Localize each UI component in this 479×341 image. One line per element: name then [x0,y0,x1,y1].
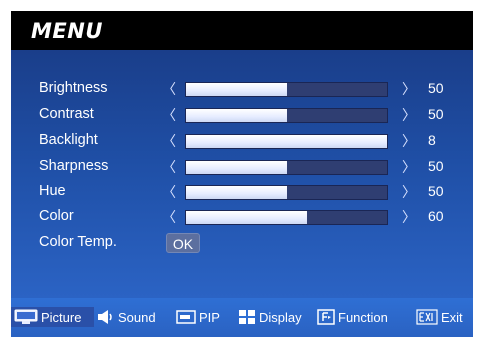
setting-value: 8 [428,132,436,148]
increase-arrow-icon[interactable]: 〉 [402,79,416,99]
setting-row-contrast[interactable]: Contrast 〈 〉 50 [11,104,473,126]
setting-value: 50 [428,183,444,199]
setting-label: Hue [39,183,66,199]
setting-label: Brightness [39,80,108,96]
slider-fill [186,211,307,224]
tab-label: PIP [199,309,220,325]
setting-value: 50 [428,106,444,122]
increase-arrow-icon[interactable]: 〉 [402,131,416,151]
contrast-slider[interactable] [185,108,388,123]
menu-tab-bar: Picture Sound PIP Display Function Exit [11,298,473,337]
color-temp-label: Color Temp. [39,234,117,250]
setting-row-color[interactable]: Color 〈 〉 60 [11,206,473,228]
decrease-arrow-icon[interactable]: 〈 [162,182,176,202]
pip-icon [176,310,196,324]
setting-value: 50 [428,80,444,96]
slider-fill [186,109,287,122]
color-slider[interactable] [185,210,388,225]
setting-row-brightness[interactable]: Brightness 〈 〉 50 [11,78,473,100]
setting-row-color-temp: Color Temp. OK [11,232,473,254]
tab-label: Exit [441,309,463,325]
tab-label: Function [338,309,388,325]
decrease-arrow-icon[interactable]: 〈 [162,131,176,151]
tab-label: Display [259,309,302,325]
tab-exit[interactable]: Exit [416,307,463,327]
slider-fill [186,135,387,148]
tab-label: Sound [118,309,156,325]
increase-arrow-icon[interactable]: 〉 [402,182,416,202]
decrease-arrow-icon[interactable]: 〈 [162,207,176,227]
speaker-icon [98,310,112,324]
tab-function[interactable]: Function [317,307,388,327]
decrease-arrow-icon[interactable]: 〈 [162,79,176,99]
tab-picture[interactable]: Picture [11,307,94,327]
display-grid-icon [239,310,255,324]
tab-sound[interactable]: Sound [97,307,156,327]
exit-icon [416,309,438,325]
tab-label: Picture [41,309,82,325]
decrease-arrow-icon[interactable]: 〈 [162,105,176,125]
osd-menu: MENU Brightness 〈 〉 50 Contrast 〈 〉 50 B… [11,11,473,337]
setting-row-hue[interactable]: Hue 〈 〉 50 [11,181,473,203]
setting-label: Contrast [39,106,94,122]
setting-label: Sharpness [39,158,109,174]
setting-label: Color [39,208,74,224]
slider-fill [186,161,287,174]
setting-row-backlight[interactable]: Backlight 〈 〉 8 [11,130,473,152]
slider-fill [186,186,287,199]
tab-display[interactable]: Display [238,307,302,327]
tab-pip[interactable]: PIP [176,307,220,327]
increase-arrow-icon[interactable]: 〉 [402,207,416,227]
function-icon [317,309,335,325]
picture-settings-panel: Brightness 〈 〉 50 Contrast 〈 〉 50 Backli… [11,50,473,298]
backlight-slider[interactable] [185,134,388,149]
color-temp-ok-button[interactable]: OK [166,233,200,253]
monitor-icon [14,309,38,324]
decrease-arrow-icon[interactable]: 〈 [162,157,176,177]
increase-arrow-icon[interactable]: 〉 [402,157,416,177]
setting-value: 50 [428,158,444,174]
menu-title: MENU [31,19,103,43]
sharpness-slider[interactable] [185,160,388,175]
slider-fill [186,83,287,96]
setting-value: 60 [428,208,444,224]
menu-header: MENU [11,11,473,50]
setting-row-sharpness[interactable]: Sharpness 〈 〉 50 [11,156,473,178]
increase-arrow-icon[interactable]: 〉 [402,105,416,125]
brightness-slider[interactable] [185,82,388,97]
hue-slider[interactable] [185,185,388,200]
setting-label: Backlight [39,132,98,148]
